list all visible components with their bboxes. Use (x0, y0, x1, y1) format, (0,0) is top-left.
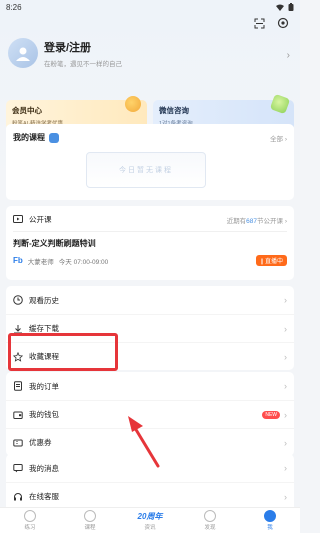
status-time: 8:26 (6, 2, 22, 12)
public-class-label: 公开课 (29, 215, 52, 224)
public-class-icon (13, 215, 23, 225)
vip-card-title: 会员中心 (12, 106, 42, 115)
empty-courses-text: 今日暂无课程 (119, 167, 173, 174)
download-icon (13, 324, 23, 334)
menu-group-3: 我的消息 › 在线客服 › (6, 454, 294, 514)
wechat-card-title: 微信咨询 (159, 106, 189, 115)
new-badge: NEW (262, 410, 280, 419)
login-entry[interactable]: 登录/注册 在粉笔，遇见不一样的自己 (8, 38, 122, 68)
menu-label: 我的消息 (29, 463, 59, 473)
chevron-right-icon: › (284, 409, 287, 420)
menu-item-orders[interactable]: 我的订单 › (6, 372, 294, 400)
my-courses-section: 我的课程 全部 › 今日暂无课程 (6, 124, 294, 200)
public-class-count[interactable]: 近期有687节公开课 › (227, 215, 287, 225)
chevron-right-icon: › (284, 351, 287, 362)
order-icon (13, 381, 23, 391)
menu-label: 观看历史 (29, 295, 59, 305)
tab-practice[interactable]: 练习 (10, 510, 50, 531)
public-class-section[interactable]: 公开课 近期有687节公开课 › 判断-定义判断刷题特训 Fb 大蒙老师 今天 … (6, 206, 294, 280)
menu-item-wallet[interactable]: 我的钱包 NEW › (6, 400, 294, 428)
chevron-right-icon: › (284, 323, 287, 334)
bottom-tab-bar: 练习 课程 20周年 资讯 发现 我 (0, 507, 300, 533)
tab-news[interactable]: 20周年 资讯 (130, 511, 170, 531)
live-course-name[interactable]: 判断-定义判断刷题特训 (6, 232, 294, 253)
live-now-button[interactable]: ∥ 直播中 (256, 255, 287, 266)
menu-group-2: 我的订单 › 我的钱包 NEW › 优惠券 › (6, 372, 294, 456)
status-icons (276, 3, 294, 11)
teacher-name: 大蒙老师 (27, 258, 54, 266)
highlight-annotation-box (8, 333, 118, 371)
chevron-right-icon: › (284, 491, 287, 502)
battery-icon (288, 3, 294, 11)
my-courses-title: 我的课程 (13, 133, 45, 142)
menu-label: 优惠券 (29, 438, 52, 447)
menu-label: 我的钱包 (29, 410, 59, 419)
message-icon (13, 463, 23, 473)
crown-icon (125, 96, 141, 112)
play-icon (84, 510, 96, 522)
course-badge-icon (49, 132, 59, 143)
clock-icon (13, 295, 23, 305)
headset-icon (13, 492, 23, 502)
menu-item-coupons[interactable]: 优惠券 › (6, 428, 294, 456)
user-icon (264, 510, 276, 522)
tab-label: 练习 (24, 525, 36, 531)
menu-item-messages[interactable]: 我的消息 › (6, 454, 294, 482)
tab-courses[interactable]: 课程 (70, 510, 110, 531)
chevron-right-icon[interactable]: › (287, 50, 290, 61)
menu-item-history[interactable]: 观看历史 › (6, 286, 294, 314)
scan-icon[interactable] (252, 16, 266, 30)
anniversary-logo: 20周年 (137, 511, 163, 521)
menu-label: 在线客服 (29, 492, 59, 501)
live-time: 今天 07:00-09:00 (58, 258, 109, 266)
tab-discover[interactable]: 发现 (190, 510, 230, 531)
menu-item-customer-service[interactable]: 在线客服 › (6, 482, 294, 510)
coupon-icon (13, 438, 23, 448)
status-bar: 8:26 (0, 0, 300, 14)
chevron-right-icon: › (284, 295, 287, 305)
practice-icon (24, 510, 36, 522)
chevron-right-icon: › (284, 381, 287, 391)
settings-icon[interactable] (276, 16, 290, 30)
wifi-icon (276, 4, 284, 11)
tab-label: 我 (267, 525, 273, 531)
chevron-right-icon: › (284, 437, 287, 448)
all-courses-link[interactable]: 全部 › (270, 133, 287, 143)
chevron-right-icon: › (284, 463, 287, 473)
tab-me[interactable]: 我 (250, 510, 290, 531)
avatar[interactable] (8, 38, 38, 68)
tab-label: 资讯 (144, 524, 156, 531)
tab-label: 课程 (84, 525, 96, 531)
login-title[interactable]: 登录/注册 (44, 39, 122, 55)
login-subtitle: 在粉笔，遇见不一样的自己 (44, 60, 122, 68)
teacher-logo-icon: Fb (13, 256, 23, 265)
empty-courses-illustration: 今日暂无课程 (86, 152, 206, 188)
discover-icon (204, 510, 216, 522)
wallet-icon (13, 410, 23, 420)
menu-label: 我的订单 (29, 381, 59, 391)
tab-label: 发现 (204, 525, 216, 531)
